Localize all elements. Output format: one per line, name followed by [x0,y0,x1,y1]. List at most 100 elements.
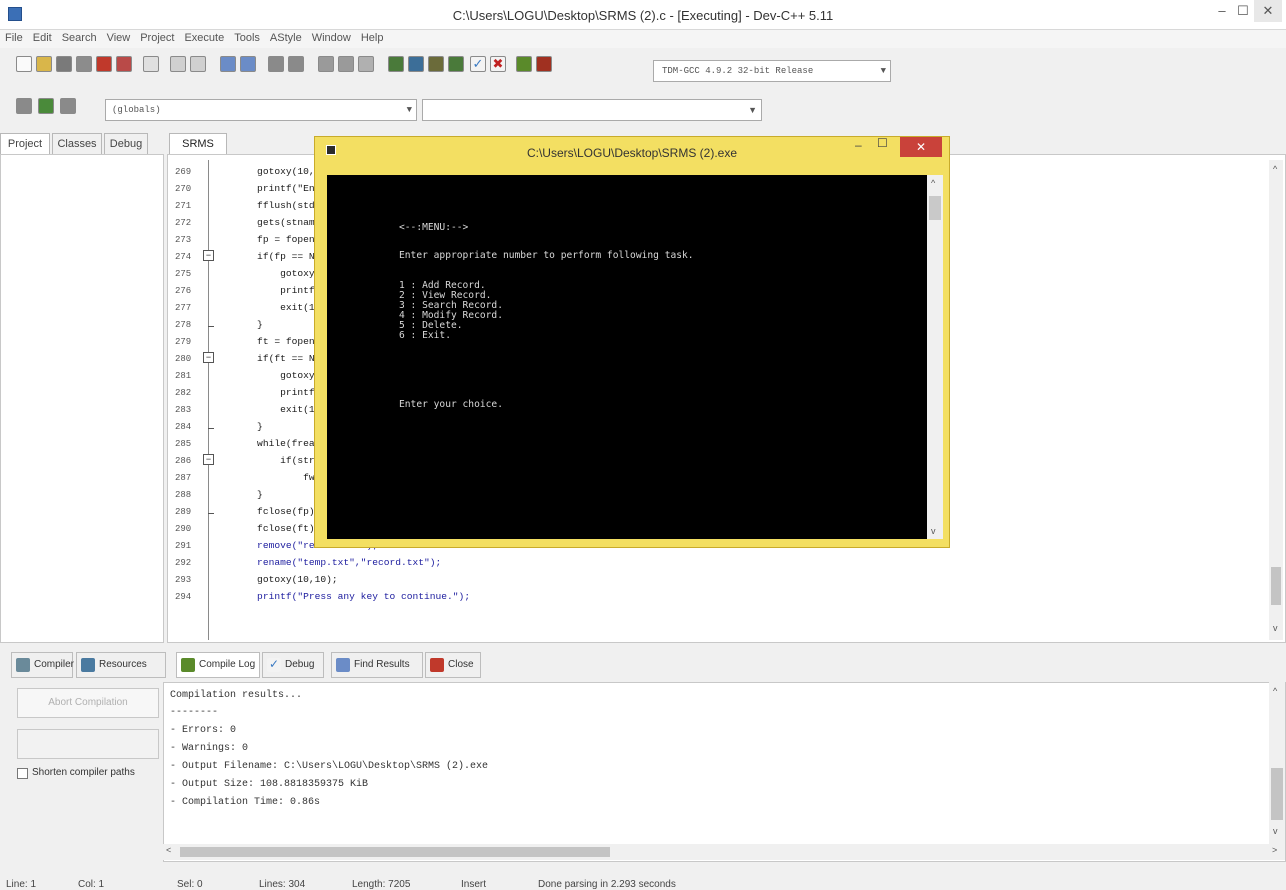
undo-icon[interactable] [170,56,186,72]
menu-search[interactable]: Search [57,30,102,46]
scroll-left-icon[interactable]: < [166,845,171,855]
tab-compile-log[interactable]: Compile Log [176,652,260,678]
close-panel-icon [430,658,444,672]
find-icon[interactable] [220,56,236,72]
maximize-button[interactable]: ☐ [1234,0,1252,22]
abort-compilation-button[interactable]: Abort Compilation [17,688,159,718]
menu-help[interactable]: Help [356,30,389,46]
stop-execution-icon[interactable]: ✖ [490,56,506,72]
console-vertical-scrollbar[interactable] [927,175,943,539]
class-browser-icon[interactable] [60,98,76,114]
run-icon[interactable] [408,56,424,72]
scroll-down-icon[interactable]: v [1273,826,1278,836]
scroll-down-icon[interactable]: v [931,526,936,536]
menu-execute[interactable]: Execute [179,30,229,46]
syntax-check-icon[interactable]: ✓ [470,56,486,72]
line-number: 285 [175,439,192,449]
status-line: Line: 1 [6,879,37,890]
menu-tools[interactable]: Tools [229,30,265,46]
minimize-button[interactable]: – [1212,0,1232,22]
scroll-right-icon[interactable]: > [1272,845,1277,855]
insert-icon[interactable] [16,98,32,114]
toggle-comment-icon[interactable] [38,98,54,114]
menu-astyle[interactable]: AStyle [265,30,307,46]
bottom-panel-tabs: Compiler Resources Compile Log ✓ Debug Fi… [0,652,1286,678]
scroll-up-icon[interactable]: ^ [1273,686,1277,696]
tab-classes[interactable]: Classes [52,133,102,155]
line-number: 278 [175,320,192,330]
tab-label: Find Results [354,659,410,670]
tab-debug-bottom[interactable]: ✓ Debug [262,652,324,678]
code-line: gets(stname [211,217,321,228]
chevron-down-icon: ▼ [748,105,757,115]
console-scroll-thumb[interactable] [929,196,941,220]
scroll-up-icon[interactable]: ^ [1273,164,1277,174]
line-number: 277 [175,303,192,313]
unindent-icon[interactable] [288,56,304,72]
tab-project[interactable]: Project [0,133,50,155]
save-icon[interactable] [56,56,72,72]
console-line: 6 : Exit. [399,330,451,341]
line-number: 286 [175,456,192,466]
menu-window[interactable]: Window [307,30,356,46]
tab-compiler[interactable]: Compiler [11,652,74,678]
open-file-icon[interactable] [36,56,52,72]
scope-select-value: (globals) [112,105,161,115]
compile-icon[interactable] [388,56,404,72]
toggle-bookmark-icon[interactable] [318,56,334,72]
title-bar: C:\Users\LOGU\Desktop\SRMS (2).c - [Exec… [0,0,1286,30]
delete-profile-icon[interactable] [536,56,552,72]
project-browser[interactable] [0,154,164,643]
log-scroll-thumb[interactable] [1271,768,1283,820]
line-number: 294 [175,592,192,602]
scroll-down-icon[interactable]: v [1273,623,1278,633]
replace-icon[interactable] [240,56,256,72]
save-all-icon[interactable] [76,56,92,72]
close-file-icon[interactable] [96,56,112,72]
editor-scroll-thumb[interactable] [1271,567,1281,605]
log-hscroll-thumb[interactable] [180,847,610,857]
code-line: fp = fopen( [211,234,321,245]
compile-run-icon[interactable] [428,56,444,72]
close-button[interactable]: ✕ [1254,0,1282,22]
code-line: } [211,489,263,500]
shorten-paths-checkbox[interactable] [17,768,28,779]
console-minimize-button[interactable]: – [855,138,862,152]
goto-line-icon[interactable] [358,56,374,72]
status-lines: Lines: 304 [259,879,306,890]
menu-view[interactable]: View [102,30,136,46]
line-number: 284 [175,422,192,432]
line-number: 289 [175,507,192,517]
tab-label: Close [448,659,474,670]
new-file-icon[interactable] [16,56,32,72]
log-line: - Output Size: 108.8818359375 KiB [170,779,369,790]
indent-icon[interactable] [268,56,284,72]
line-number: 282 [175,388,192,398]
goto-bookmark-icon[interactable] [338,56,354,72]
scope-select[interactable]: (globals) ▼ [105,99,417,121]
print-icon[interactable] [143,56,159,72]
console-maximize-button[interactable]: ☐ [877,136,888,150]
console-line: Enter your choice. [399,399,503,410]
code-line: if(strc [211,455,321,466]
tab-find-results[interactable]: Find Results [331,652,423,678]
code-line: } [211,319,263,330]
console-close-button[interactable]: ✕ [900,137,942,157]
rebuild-all-icon[interactable] [448,56,464,72]
redo-icon[interactable] [190,56,206,72]
tab-resources[interactable]: Resources [76,652,166,678]
log-line: - Output Filename: C:\Users\LOGU\Desktop… [170,761,489,772]
function-select[interactable]: ▼ [422,99,762,121]
code-line: exit(1) [211,302,321,313]
scroll-up-icon[interactable]: ^ [931,178,935,188]
profile-icon[interactable] [516,56,532,72]
menu-file[interactable]: File [0,30,28,46]
tab-debug[interactable]: Debug [104,133,148,155]
menu-project[interactable]: Project [135,30,179,46]
code-line: printf( [211,387,321,398]
editor-file-tab[interactable]: SRMS (2).c [169,133,227,170]
compiler-select[interactable]: TDM-GCC 4.9.2 32-bit Release ▼ [653,60,891,82]
tab-close[interactable]: Close [425,652,481,678]
close-all-icon[interactable] [116,56,132,72]
menu-edit[interactable]: Edit [28,30,57,46]
